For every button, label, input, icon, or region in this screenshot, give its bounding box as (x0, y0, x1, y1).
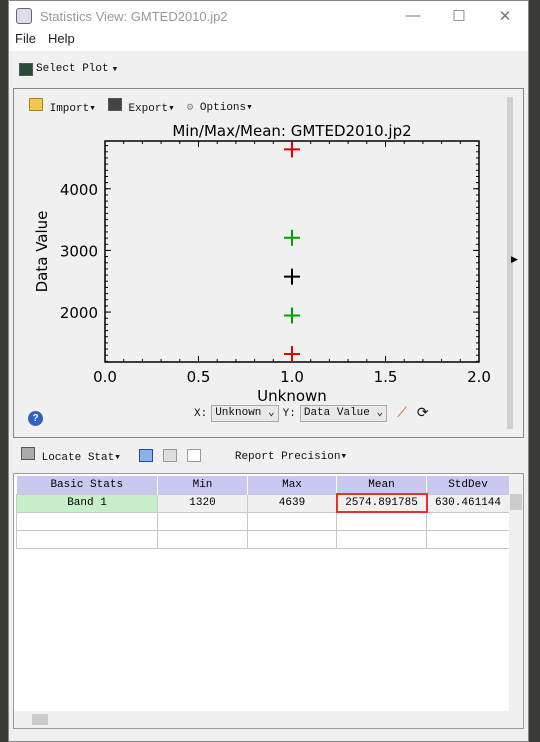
maximize-button[interactable]: ☐ (436, 7, 482, 25)
locate-stat-label: Locate Stat (41, 452, 115, 464)
options-button[interactable]: ⚙ Options▾ (187, 100, 253, 114)
title-bar: Statistics View: GMTED2010.jp2 — ☐ ✕ (9, 1, 528, 31)
app-icon (16, 8, 32, 24)
calculator-icon (21, 447, 35, 460)
plot-frame (104, 140, 480, 363)
dropdown-arrow-icon: ▾ (111, 64, 119, 76)
cell-min[interactable]: 1320 (157, 493, 248, 513)
header-min[interactable]: Min (157, 476, 248, 494)
chart-title: Min/Max/Mean: GMTED2010.jp2 (172, 122, 411, 140)
close-button[interactable]: ✕ (482, 7, 528, 25)
import-button[interactable]: Import▾ (29, 98, 96, 115)
options-label: Options (199, 101, 247, 114)
data-point-mean-stddev (284, 307, 300, 324)
export-button[interactable]: Export▾ (107, 98, 175, 115)
statistics-window: Statistics View: GMTED2010.jp2 — ☐ ✕ Fil… (8, 0, 529, 742)
header-basic-stats[interactable]: Basic Stats (16, 476, 158, 494)
cell-band[interactable]: Band 1 (16, 493, 158, 513)
table-row-empty (16, 511, 510, 531)
report-precision-label: Report Precision (234, 450, 341, 463)
header-max[interactable]: Max (247, 476, 337, 494)
y-axis-label: Y: (282, 407, 296, 420)
locate-stat-button[interactable]: Locate Stat▾ (21, 447, 121, 464)
data-point-max (284, 141, 300, 158)
x-axis-title: Unknown (257, 387, 327, 405)
report-precision-button[interactable]: Report Precision▾ (235, 449, 347, 463)
y-axis-title: Data Value (33, 211, 51, 293)
y-axis-value: Data Value (303, 407, 370, 419)
hscroll-thumb[interactable] (32, 714, 48, 725)
table-row-empty (16, 529, 510, 549)
x-tick-label: 2.0 (467, 368, 491, 386)
menu-bar: File Help (9, 31, 528, 51)
table-horizontal-scrollbar[interactable] (14, 711, 523, 728)
table-header: Basic Stats Min Max Mean StdDev (16, 476, 510, 494)
x-tick-label: 0.5 (187, 368, 211, 386)
data-point-min (284, 345, 300, 362)
cell-mean[interactable]: 2574.891785 (335, 493, 428, 513)
grid-icon[interactable] (162, 449, 177, 462)
x-axis-select[interactable]: Unknown ⌄ (211, 405, 279, 422)
stairs-icon[interactable]: ⟋ (397, 406, 407, 422)
stats-table: Basic Stats Min Max Mean StdDev Band 1 1… (16, 476, 510, 549)
select-plot-button[interactable]: Select Plot ▾ (19, 62, 118, 76)
header-stddev[interactable]: StdDev (426, 476, 510, 494)
x-tick-label: 1.5 (374, 368, 398, 386)
table-row[interactable]: Band 1 1320 4639 2574.891785 630.461144 (16, 493, 510, 513)
x-axis-value: Unknown (215, 407, 262, 419)
refresh-icon[interactable]: ⟳ (417, 405, 429, 422)
menu-file[interactable]: File (15, 31, 36, 51)
data-point-mean-stddev (284, 229, 300, 246)
cell-stddev[interactable]: 630.461144 (426, 493, 510, 513)
y-tick-label: 4000 (60, 181, 98, 199)
chart: Min/Max/Mean: GMTED2010.jp2 Unknown Data V… (33, 122, 491, 405)
view-icon[interactable] (138, 449, 153, 462)
folder-icon (29, 98, 43, 111)
y-tick-label: 2000 (60, 304, 98, 322)
minimize-button[interactable]: — (390, 7, 436, 25)
help-icon[interactable]: ? (28, 411, 43, 426)
menu-help[interactable]: Help (48, 31, 75, 51)
cell-max[interactable]: 4639 (247, 493, 337, 513)
scroll-thumb[interactable] (510, 494, 522, 510)
gear-icon: ⚙ (186, 101, 194, 114)
copy-icon[interactable] (186, 449, 201, 462)
select-plot-label: Select Plot (36, 63, 109, 75)
plot-panel: Import▾ Export▾ ⚙ Options▾ Min/Max/Mean:… (13, 88, 524, 438)
header-mean[interactable]: Mean (336, 476, 427, 494)
x-tick-label: 1.0 (280, 368, 304, 386)
y-axis-select[interactable]: Data Value ⌄ (299, 405, 388, 422)
x-tick-label: 0.0 (93, 368, 117, 386)
x-axis-label: X: (194, 407, 208, 420)
expand-arrow-icon[interactable]: ▶ (511, 254, 518, 265)
data-point-mean (284, 268, 300, 285)
save-icon (107, 98, 122, 111)
y-tick-label: 3000 (60, 242, 98, 260)
plot-icon (19, 62, 33, 76)
stats-table-panel: Basic Stats Min Max Mean StdDev Band 1 1… (13, 473, 524, 729)
window-title: Statistics View: GMTED2010.jp2 (40, 8, 228, 24)
table-vertical-scrollbar[interactable] (509, 474, 523, 712)
